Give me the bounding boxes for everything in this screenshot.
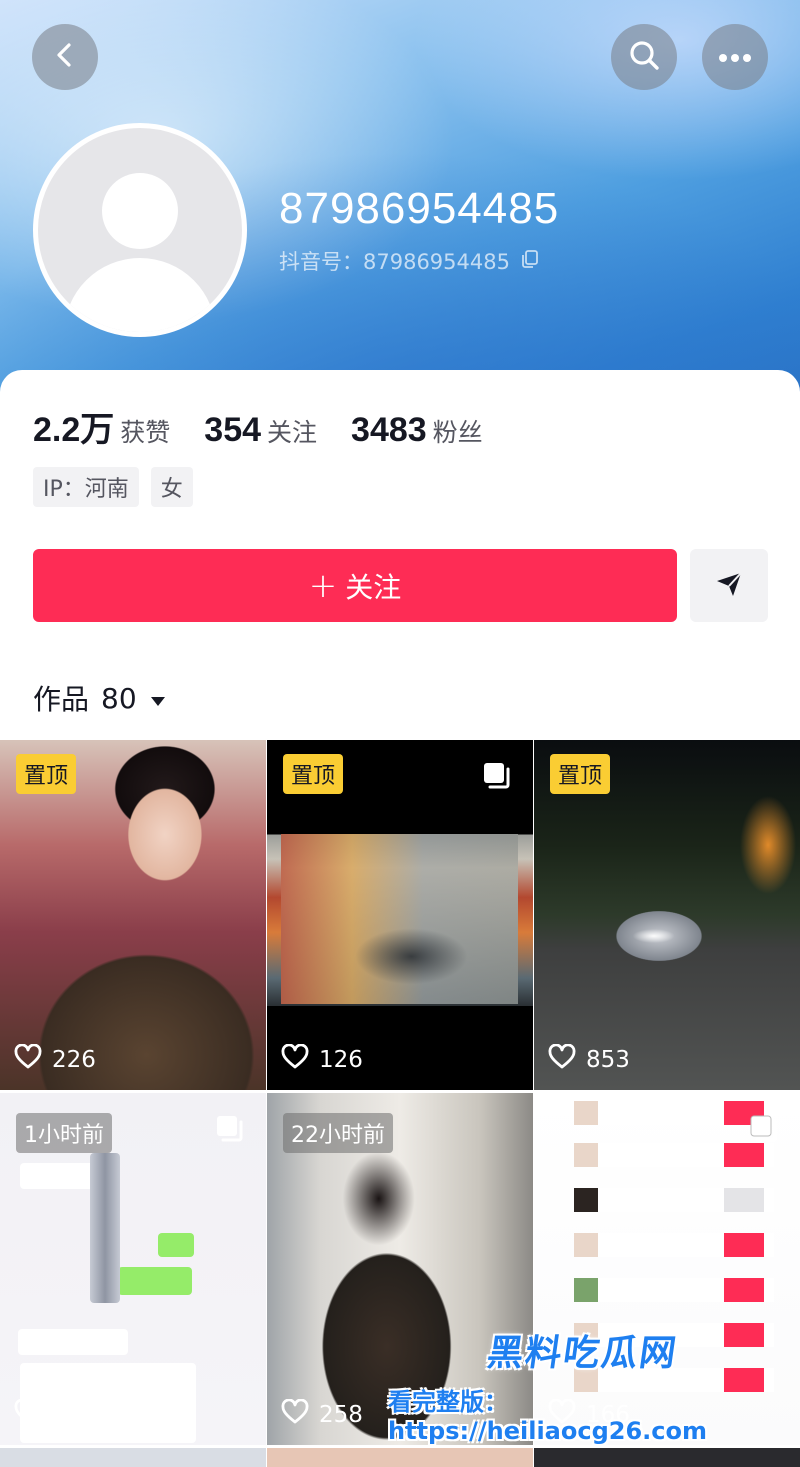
list-row-decor	[574, 1188, 774, 1212]
video-tile[interactable]	[534, 1448, 800, 1467]
tag-ip-location: IP：河南	[33, 467, 139, 507]
stat-likes[interactable]: 2.2万 获赞	[33, 402, 170, 451]
like-count-value: 258	[319, 1402, 363, 1428]
like-count: 258	[281, 1398, 363, 1431]
watermark-title: 黑料吃瓜网	[484, 1333, 681, 1374]
works-count: 80	[101, 681, 137, 715]
works-tab[interactable]: 作品 80	[33, 678, 167, 718]
list-row-decor	[574, 1143, 774, 1167]
stat-label: 获赞	[120, 418, 171, 447]
stats-row: 2.2万 获赞 354 关注 3483 粉丝	[33, 402, 517, 451]
like-count-value: 226	[52, 1047, 96, 1073]
chat-bubble-decor	[118, 1267, 192, 1295]
paper-plane-icon	[714, 569, 744, 603]
profile-tags: IP：河南 女	[33, 467, 193, 507]
chat-bubble-decor	[18, 1329, 128, 1355]
list-row-decor	[574, 1278, 774, 1302]
douyin-id-label: 抖音号：	[279, 250, 363, 274]
heart-outline-icon	[281, 1043, 309, 1076]
more-dots-icon	[718, 48, 752, 67]
video-tile[interactable]: 置顶 853	[534, 740, 800, 1090]
douyin-id-text: 抖音号：87986954485	[279, 246, 510, 276]
multi-image-icon	[748, 1113, 780, 1149]
like-count-value: 126	[319, 1047, 363, 1073]
stat-value: 3483	[351, 411, 427, 449]
video-tile[interactable]	[267, 1448, 533, 1467]
list-row-decor	[574, 1101, 774, 1125]
profile-card: 2.2万 获赞 354 关注 3483 粉丝 IP：河南 女 + 关注 作品 8…	[0, 370, 800, 1467]
time-badge: 22小时前	[283, 1113, 393, 1153]
plus-icon: +	[308, 565, 338, 606]
profile-nickname: 87986954485	[279, 184, 560, 233]
heart-outline-icon	[548, 1043, 576, 1076]
avatar-placeholder-head	[102, 173, 178, 249]
stat-label: 粉丝	[432, 418, 483, 447]
works-label: 作品	[33, 683, 90, 716]
video-grid: 置顶 226 置顶 126 置顶 853 1小时前 78 22小时前 258 1…	[0, 740, 800, 1467]
video-tile[interactable]	[0, 1448, 266, 1467]
chat-bubble-decor	[158, 1233, 194, 1257]
tag-gender: 女	[150, 467, 193, 507]
video-tile[interactable]: 置顶 126	[267, 740, 533, 1090]
follow-button[interactable]: + 关注	[33, 549, 677, 622]
message-button[interactable]	[690, 549, 768, 622]
like-count-value: 78	[52, 1402, 82, 1428]
follow-label: 关注	[345, 570, 402, 604]
back-button[interactable]	[32, 24, 98, 90]
multi-image-icon	[481, 760, 513, 796]
time-badge: 1小时前	[16, 1113, 112, 1153]
search-icon	[627, 38, 661, 76]
multi-image-icon	[214, 1113, 246, 1149]
stat-value: 354	[204, 411, 262, 449]
caret-down-icon	[149, 682, 167, 715]
like-count: 853	[548, 1043, 630, 1076]
watermark-url: 看完整版：https://heiliaocg26.com	[388, 1388, 707, 1445]
avatar[interactable]	[33, 123, 247, 337]
back-chevron-icon	[50, 40, 80, 74]
video-tile[interactable]: 1小时前 78	[0, 1093, 266, 1445]
pinned-badge: 置顶	[16, 754, 77, 794]
pinned-badge: 置顶	[283, 754, 344, 794]
profile-header: 87986954485 抖音号：87986954485	[0, 0, 800, 400]
search-button[interactable]	[611, 24, 677, 90]
pinned-badge: 置顶	[550, 754, 611, 794]
stat-following[interactable]: 354 关注	[204, 411, 317, 450]
douyin-id-value: 87986954485	[363, 250, 510, 274]
like-count: 126	[281, 1043, 363, 1076]
like-count-value: 853	[586, 1047, 630, 1073]
like-count: 226	[14, 1043, 96, 1076]
avatar-placeholder-body	[64, 258, 216, 332]
like-count: 78	[14, 1398, 82, 1431]
copy-icon[interactable]	[520, 249, 540, 274]
list-row-decor	[574, 1233, 774, 1257]
douyin-id-row: 抖音号：87986954485	[279, 246, 540, 276]
heart-outline-icon	[14, 1398, 42, 1431]
heart-outline-icon	[14, 1043, 42, 1076]
video-tile[interactable]: 置顶 226	[0, 740, 266, 1090]
stat-value: 2.2万	[33, 411, 115, 449]
stat-label: 关注	[267, 418, 318, 447]
heart-outline-icon	[281, 1398, 309, 1431]
chat-bubble-decor	[20, 1163, 94, 1189]
device-decor	[90, 1153, 120, 1303]
stat-followers[interactable]: 3483 粉丝	[351, 411, 483, 450]
more-button[interactable]	[702, 24, 768, 90]
